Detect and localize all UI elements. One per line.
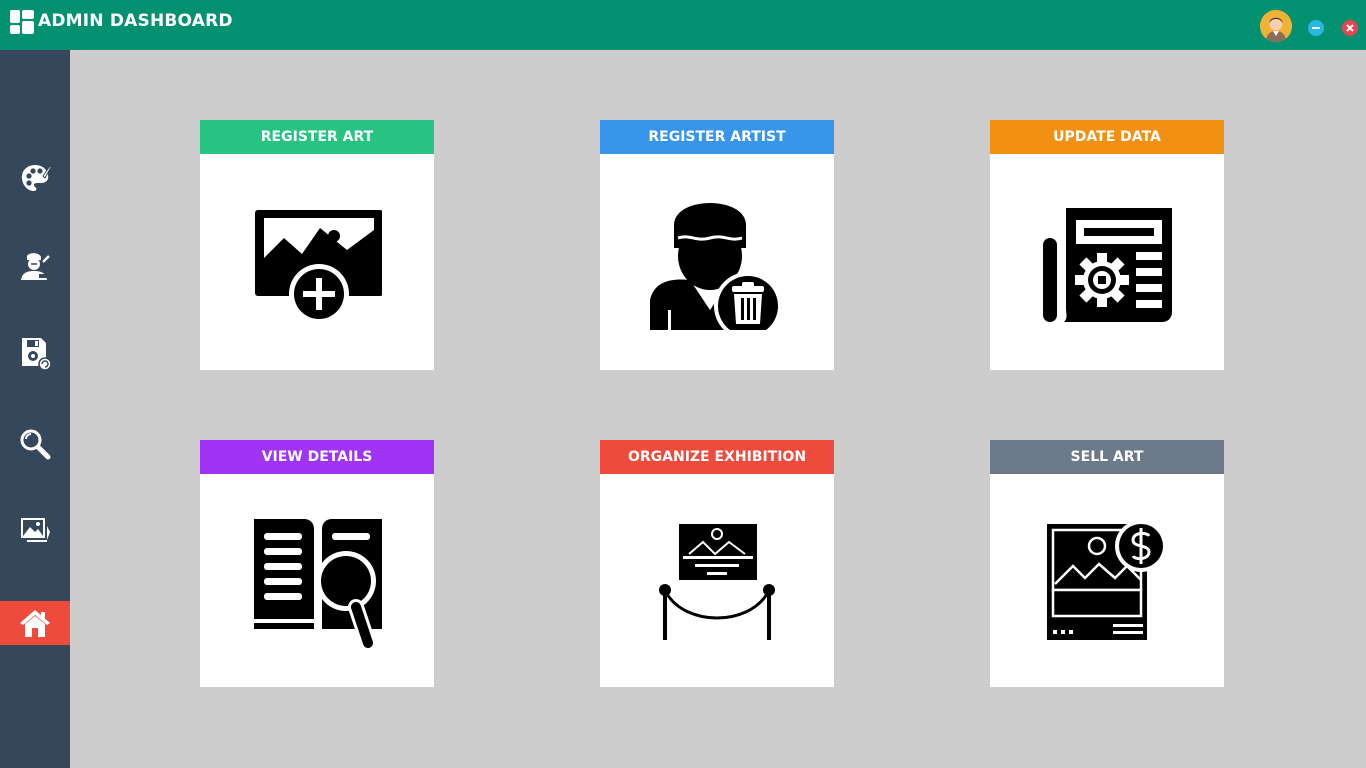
search-icon [20,429,51,460]
exhibition-icon [600,522,834,642]
save-settings-icon [22,338,51,371]
card-title: ORGANIZE EXHIBITION [600,440,834,474]
palette-icon [21,165,51,191]
sidebar-item-save-settings[interactable] [0,329,70,373]
sell-art-icon [990,520,1224,642]
newspaper-gear-icon [990,208,1224,322]
card-title: REGISTER ARTIST [600,120,834,154]
user-avatar-icon[interactable] [1260,10,1292,42]
sell-art-card[interactable]: SELL ART [990,440,1224,687]
home-icon [20,610,50,637]
view-details-card[interactable]: VIEW DETAILS [200,440,434,687]
app-title: ADMIN DASHBOARD [38,11,233,31]
sidebar [0,50,70,768]
artist-delete-icon [600,200,834,330]
card-title: VIEW DETAILS [200,440,434,474]
title-bar: ADMIN DASHBOARD [0,0,1366,50]
sidebar-item-artist[interactable] [0,244,70,288]
close-button[interactable] [1342,20,1358,36]
sidebar-item-gallery[interactable] [0,508,70,552]
register-art-card[interactable]: REGISTER ART [200,120,434,370]
card-title: REGISTER ART [200,120,434,154]
update-data-card[interactable]: UPDATE DATA [990,120,1224,370]
organize-exhibition-card[interactable]: ORGANIZE EXHIBITION [600,440,834,687]
minimize-button[interactable] [1308,20,1324,36]
dashboard-grid-icon [10,10,34,34]
artist-painter-icon [21,253,50,280]
sidebar-item-palette[interactable] [0,156,70,200]
card-title: UPDATE DATA [990,120,1224,154]
register-artist-card[interactable]: REGISTER ARTIST [600,120,834,370]
sidebar-item-home[interactable] [0,601,70,645]
add-image-icon [200,208,434,323]
book-search-icon [200,517,434,649]
image-gallery-icon [21,518,50,542]
card-title: SELL ART [990,440,1224,474]
sidebar-item-search[interactable] [0,422,70,466]
